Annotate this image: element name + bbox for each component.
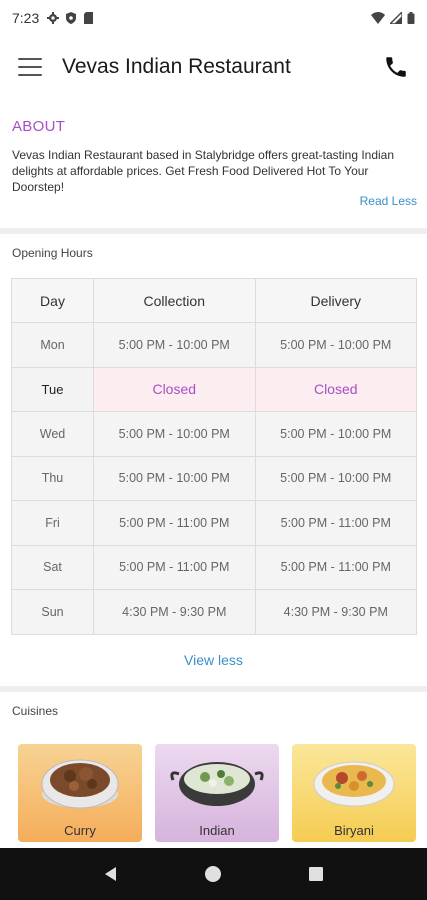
- recents-button[interactable]: [304, 862, 328, 886]
- section-divider: [0, 686, 427, 692]
- back-button[interactable]: [99, 862, 123, 886]
- read-less-link[interactable]: Read Less: [360, 194, 417, 208]
- delivery-cell: 5:00 PM - 10:00 PM: [254, 455, 417, 501]
- status-bar: 7:23: [0, 0, 427, 36]
- collection-cell: Closed: [93, 366, 256, 412]
- curry-bowl-image: [41, 759, 119, 809]
- page-title: Vevas Indian Restaurant: [62, 55, 291, 78]
- opening-hours-heading: Opening Hours: [12, 246, 93, 260]
- section-divider: [0, 228, 427, 234]
- opening-hours-table: Day Collection Delivery Mon 5:00 PM - 10…: [11, 278, 417, 635]
- sd-card-icon: [84, 12, 94, 24]
- biryani-plate-image: [313, 761, 395, 807]
- recents-square-icon: [308, 867, 323, 881]
- table-row: Thu 5:00 PM - 10:00 PM 5:00 PM - 10:00 P…: [11, 455, 417, 501]
- delivery-cell: Closed: [254, 366, 417, 412]
- column-header-collection: Collection: [93, 278, 256, 323]
- system-navigation-bar: [0, 848, 427, 900]
- home-button[interactable]: [201, 862, 225, 886]
- collection-cell: 5:00 PM - 10:00 PM: [93, 322, 256, 368]
- signal-icon: [390, 12, 402, 24]
- collection-cell: 5:00 PM - 10:00 PM: [93, 455, 256, 501]
- table-row: Mon 5:00 PM - 10:00 PM 5:00 PM - 10:00 P…: [11, 322, 417, 368]
- column-header-day: Day: [11, 278, 94, 323]
- cuisine-label: Curry: [64, 823, 96, 838]
- status-time: 7:23: [12, 10, 40, 26]
- day-cell: Sun: [11, 589, 94, 635]
- table-row: Sat 5:00 PM - 11:00 PM 5:00 PM - 11:00 P…: [11, 544, 417, 590]
- app-bar: Vevas Indian Restaurant: [0, 36, 427, 98]
- column-header-delivery: Delivery: [254, 278, 417, 323]
- day-cell: Wed: [11, 411, 94, 457]
- delivery-cell: 5:00 PM - 11:00 PM: [254, 544, 417, 590]
- day-cell: Tue: [11, 366, 94, 412]
- about-section: ABOUT Vevas Indian Restaurant based in S…: [0, 110, 427, 226]
- day-cell: Thu: [11, 455, 94, 501]
- table-row-today: Tue Closed Closed: [11, 366, 417, 412]
- home-circle-icon: [205, 866, 222, 882]
- delivery-cell: 5:00 PM - 10:00 PM: [254, 322, 417, 368]
- table-header-row: Day Collection Delivery: [11, 278, 417, 323]
- collection-cell: 5:00 PM - 10:00 PM: [93, 411, 256, 457]
- battery-icon: [407, 12, 415, 24]
- day-cell: Sat: [11, 544, 94, 590]
- wifi-icon: [371, 12, 385, 24]
- settings-gear-icon: [47, 12, 60, 24]
- table-row: Wed 5:00 PM - 10:00 PM 5:00 PM - 10:00 P…: [11, 411, 417, 457]
- day-cell: Fri: [11, 500, 94, 546]
- cuisine-label: Biryani: [334, 823, 374, 838]
- cuisine-label: Indian: [199, 823, 235, 838]
- delivery-cell: 4:30 PM - 9:30 PM: [254, 589, 417, 635]
- delivery-cell: 5:00 PM - 11:00 PM: [254, 500, 417, 546]
- about-heading: ABOUT: [12, 118, 66, 135]
- hamburger-menu-icon[interactable]: [18, 58, 42, 76]
- phone-icon[interactable]: [383, 54, 409, 80]
- cuisine-card-indian[interactable]: Indian: [155, 744, 279, 842]
- view-less-link[interactable]: View less: [0, 652, 427, 668]
- shield-icon: [66, 12, 77, 24]
- back-triangle-icon: [105, 867, 117, 881]
- day-cell: Mon: [11, 322, 94, 368]
- cuisine-card-biryani[interactable]: Biryani: [292, 744, 416, 842]
- kadai-dish-image: [170, 762, 264, 806]
- cuisine-card-curry[interactable]: Curry: [18, 744, 142, 842]
- cuisines-heading: Cuisines: [12, 704, 59, 718]
- table-row: Fri 5:00 PM - 11:00 PM 5:00 PM - 11:00 P…: [11, 500, 417, 546]
- collection-cell: 5:00 PM - 11:00 PM: [93, 500, 256, 546]
- delivery-cell: 5:00 PM - 10:00 PM: [254, 411, 417, 457]
- collection-cell: 5:00 PM - 11:00 PM: [93, 544, 256, 590]
- table-row: Sun 4:30 PM - 9:30 PM 4:30 PM - 9:30 PM: [11, 589, 417, 635]
- about-description: Vevas Indian Restaurant based in Stalybr…: [12, 148, 395, 194]
- collection-cell: 4:30 PM - 9:30 PM: [93, 589, 256, 635]
